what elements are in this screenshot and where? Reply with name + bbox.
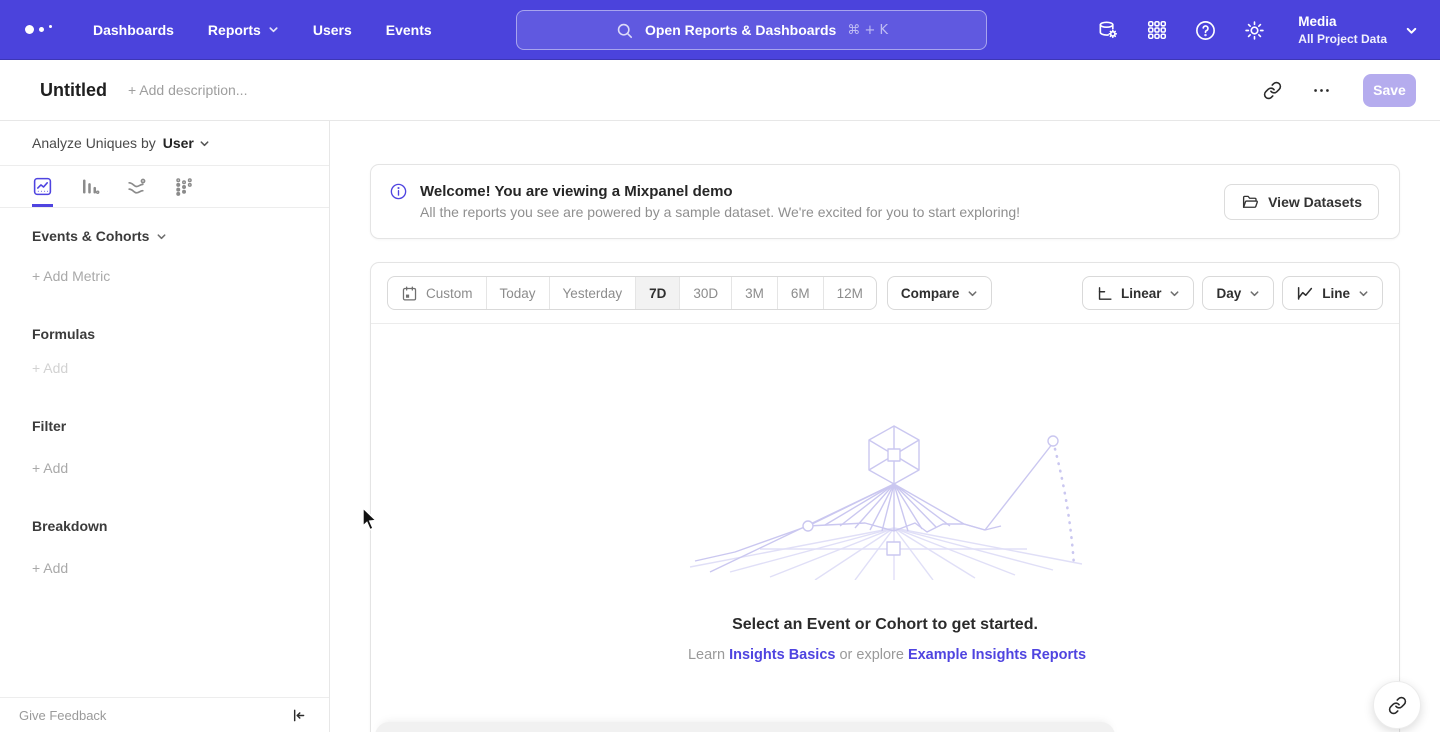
data-management-icon[interactable] (1097, 19, 1120, 42)
more-options-icon[interactable] (1306, 75, 1337, 106)
search-placeholder: Open Reports & Dashboards (645, 22, 836, 38)
dot-grid-icon (173, 176, 194, 197)
metric-type-tabs (0, 166, 329, 208)
filter-section-title: Filter (32, 418, 329, 434)
add-breakdown-button[interactable]: + Add (32, 560, 329, 576)
range-yesterday[interactable]: Yesterday (550, 277, 637, 309)
tab-insights-line-chart[interactable] (32, 166, 53, 207)
nav-links: Dashboards Reports Users Events (93, 22, 432, 38)
calendar-icon (401, 285, 418, 302)
banner-text: Welcome! You are viewing a Mixpanel demo… (420, 183, 1020, 220)
nav-dashboards[interactable]: Dashboards (93, 22, 174, 38)
chevron-down-icon (967, 288, 978, 299)
info-icon (389, 182, 408, 201)
breakdown-section-title: Breakdown (32, 518, 329, 534)
learn-prefix: Learn (688, 647, 725, 663)
save-button[interactable]: Save (1363, 74, 1416, 107)
add-metric-button[interactable]: + Add Metric (32, 268, 329, 284)
chevron-down-icon (1405, 24, 1418, 37)
chart-type-dropdown[interactable]: Line (1282, 276, 1383, 310)
banner-title: Welcome! You are viewing a Mixpanel demo (420, 183, 1020, 200)
report-header: Untitled + Add description... Save (0, 60, 1440, 121)
settings-icon[interactable] (1243, 19, 1266, 42)
project-text: Media All Project Data (1298, 13, 1387, 47)
or-explore-text: or explore (839, 647, 903, 663)
line-chart-icon (32, 176, 53, 197)
nav-reports[interactable]: Reports (208, 22, 279, 38)
mixpanel-logo-icon[interactable] (25, 25, 61, 34)
insights-basics-link[interactable]: Insights Basics (729, 647, 835, 663)
date-range-controls: Custom Today Yesterday 7D 30D 3M 6M 12M … (387, 276, 992, 310)
help-icon[interactable] (1194, 19, 1217, 42)
nav-right: Media All Project Data (1097, 0, 1418, 60)
insights-report-card: Custom Today Yesterday 7D 30D 3M 6M 12M … (370, 262, 1400, 732)
search-shortcut: ⌘ + K (847, 23, 888, 38)
top-nav: Dashboards Reports Users Events Open Rep… (0, 0, 1440, 60)
empty-state-illustration (675, 420, 1095, 580)
banner-subtitle: All the reports you see are powered by a… (420, 204, 1020, 220)
give-feedback-link[interactable]: Give Feedback (19, 708, 106, 723)
tab-bar-chart[interactable] (79, 166, 100, 207)
range-30d[interactable]: 30D (680, 277, 732, 309)
share-link-icon[interactable] (1257, 75, 1288, 106)
range-custom[interactable]: Custom (388, 277, 487, 309)
chevron-down-icon (268, 24, 279, 35)
tab-dot-grid[interactable] (173, 166, 194, 207)
example-insights-reports-link[interactable]: Example Insights Reports (908, 647, 1086, 663)
add-formula-button[interactable]: + Add (32, 360, 329, 376)
chart-display-controls: Linear Day Line (1082, 276, 1383, 310)
range-6m[interactable]: 6M (778, 277, 824, 309)
link-icon (1388, 696, 1407, 715)
project-scope: All Project Data (1298, 31, 1387, 47)
chevron-down-icon (1249, 288, 1260, 299)
global-search[interactable]: Open Reports & Dashboards ⌘ + K (516, 10, 987, 50)
project-selector[interactable]: Media All Project Data (1298, 13, 1418, 47)
empty-state-links: LearnInsights Basicsor explore Example In… (684, 647, 1086, 663)
view-datasets-button[interactable]: View Datasets (1224, 184, 1379, 220)
axis-scale-icon (1096, 285, 1113, 302)
empty-state-title: Select an Event or Cohort to get started… (732, 616, 1038, 634)
range-7d[interactable]: 7D (636, 277, 680, 309)
search-icon (615, 21, 634, 40)
report-description-placeholder[interactable]: + Add description... (128, 82, 247, 98)
flow-icon (126, 176, 147, 197)
analyze-by-dropdown[interactable]: User (163, 135, 210, 151)
analyze-row: Analyze Uniques by User (0, 121, 329, 166)
chevron-down-icon (156, 231, 167, 242)
main-content: Welcome! You are viewing a Mixpanel demo… (331, 121, 1440, 732)
compare-dropdown[interactable]: Compare (887, 276, 993, 310)
range-3m[interactable]: 3M (732, 277, 778, 309)
query-sidebar: Analyze Uniques by User (0, 121, 330, 732)
welcome-banner: Welcome! You are viewing a Mixpanel demo… (370, 164, 1400, 239)
chevron-down-icon (1169, 288, 1180, 299)
nav-events[interactable]: Events (386, 22, 432, 38)
chevron-down-icon (1358, 288, 1369, 299)
tab-flow[interactable] (126, 166, 147, 207)
add-filter-button[interactable]: + Add (32, 460, 329, 476)
folder-icon (1241, 193, 1259, 211)
analyze-label: Analyze Uniques by (32, 135, 156, 151)
bar-chart-icon (79, 176, 100, 197)
chevron-down-icon (199, 138, 210, 149)
report-title[interactable]: Untitled (40, 80, 107, 101)
mixpanel-insights-page: Dashboards Reports Users Events Open Rep… (0, 0, 1440, 732)
range-today[interactable]: Today (487, 277, 550, 309)
line-chart-type-icon (1296, 284, 1314, 302)
scale-dropdown[interactable]: Linear (1082, 276, 1195, 310)
date-range-segmented-control: Custom Today Yesterday 7D 30D 3M 6M 12M (387, 276, 877, 310)
apps-grid-icon[interactable] (1146, 19, 1168, 41)
copy-link-fab[interactable] (1373, 681, 1421, 729)
project-name: Media (1298, 13, 1387, 31)
events-cohorts-section-title[interactable]: Events & Cohorts (32, 228, 329, 244)
formulas-section-title: Formulas (32, 326, 329, 342)
query-builder: Events & Cohorts + Add Metric Formulas +… (0, 228, 329, 576)
interval-dropdown[interactable]: Day (1202, 276, 1274, 310)
nav-users[interactable]: Users (313, 22, 352, 38)
range-12m[interactable]: 12M (824, 277, 876, 309)
sidebar-footer: Give Feedback (0, 697, 329, 732)
bottom-panel-edge (375, 722, 1115, 732)
empty-state: Select an Event or Cohort to get started… (371, 324, 1399, 663)
collapse-sidebar-icon[interactable] (290, 707, 307, 724)
chart-toolbar: Custom Today Yesterday 7D 30D 3M 6M 12M … (371, 263, 1399, 324)
